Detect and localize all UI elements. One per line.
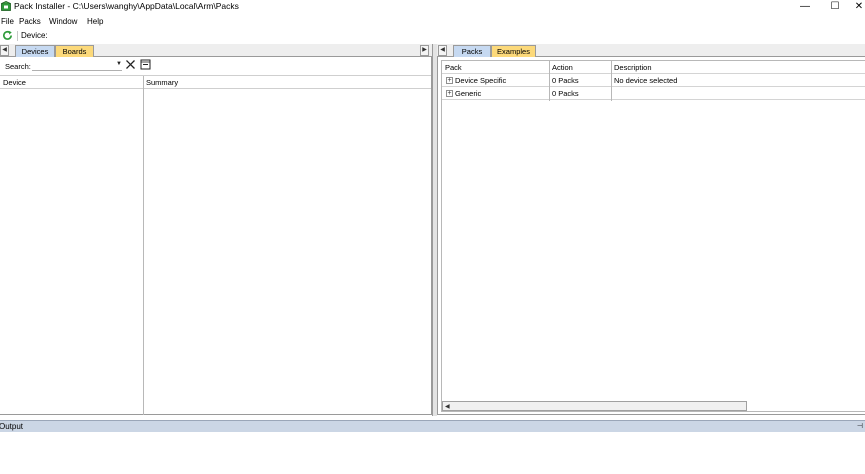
column-description[interactable]: Description bbox=[614, 63, 652, 72]
device-table-header: Device Summary bbox=[0, 75, 431, 89]
column-summary[interactable]: Summary bbox=[146, 78, 178, 87]
menu-help[interactable]: Help bbox=[87, 17, 103, 26]
packs-table-header: Pack Action Description bbox=[442, 61, 865, 74]
table-row[interactable]: + Generic 0 Packs bbox=[442, 87, 865, 100]
pack-action[interactable]: 0 Packs bbox=[552, 76, 579, 85]
scrollbar-thumb[interactable] bbox=[454, 403, 744, 409]
menu-window[interactable]: Window bbox=[49, 17, 77, 26]
toolbar-separator bbox=[17, 31, 18, 41]
tab-examples[interactable]: Examples bbox=[491, 45, 536, 57]
toolbar: Device: bbox=[0, 29, 865, 43]
close-button[interactable]: ✕ bbox=[845, 0, 865, 13]
refresh-icon[interactable] bbox=[2, 30, 13, 41]
minimize-button[interactable]: — bbox=[791, 0, 819, 13]
menu-file[interactable]: File bbox=[1, 17, 14, 26]
column-divider[interactable] bbox=[611, 61, 612, 101]
column-divider[interactable] bbox=[143, 76, 144, 89]
window-title: Pack Installer - C:\Users\wanghy\AppData… bbox=[14, 1, 239, 11]
column-pack[interactable]: Pack bbox=[445, 63, 462, 72]
output-label: Output bbox=[0, 422, 24, 431]
packs-panel: Pack Action Description + Device Specifi… bbox=[437, 57, 865, 415]
tab-boards[interactable]: Boards bbox=[55, 45, 94, 57]
pin-icon[interactable]: ⊣ bbox=[857, 422, 863, 430]
pack-action[interactable]: 0 Packs bbox=[552, 89, 579, 98]
pack-installer-icon bbox=[1, 1, 11, 11]
packs-scroll-arrow[interactable]: ◀ bbox=[438, 45, 447, 56]
device-label: Device: bbox=[21, 31, 48, 40]
pack-description: No device selected bbox=[614, 76, 678, 85]
search-input[interactable] bbox=[32, 60, 122, 71]
output-bar[interactable]: Output ⊣ bbox=[0, 420, 865, 432]
menu-bar: File Packs Window Help bbox=[0, 15, 865, 28]
search-label: Search: bbox=[5, 62, 31, 71]
right-tab-bar: ◀ Packs Examples bbox=[437, 44, 865, 57]
menu-packs[interactable]: Packs bbox=[19, 17, 41, 26]
scroll-left-arrow[interactable]: ◀ bbox=[445, 403, 450, 410]
chevron-down-icon[interactable]: ▼ bbox=[116, 61, 122, 67]
collapse-all-icon[interactable] bbox=[140, 59, 151, 70]
right-scroll-arrow[interactable]: ▶ bbox=[420, 45, 429, 56]
column-action[interactable]: Action bbox=[552, 63, 573, 72]
expand-icon[interactable]: + bbox=[446, 90, 453, 97]
pack-name: Device Specific bbox=[455, 76, 507, 85]
column-device[interactable]: Device bbox=[3, 78, 26, 87]
left-scroll-arrow[interactable]: ◀ bbox=[0, 45, 9, 56]
tab-devices[interactable]: Devices bbox=[15, 45, 55, 57]
pack-name: Generic bbox=[455, 89, 482, 98]
close-icon[interactable] bbox=[125, 59, 136, 70]
devices-panel: Search: ▼ Device Summary bbox=[0, 57, 432, 415]
column-divider-line bbox=[143, 89, 144, 415]
table-row[interactable]: + Device Specific 0 Packs No device sele… bbox=[442, 74, 865, 87]
packs-table: Pack Action Description + Device Specifi… bbox=[441, 60, 865, 412]
title-bar: Pack Installer - C:\Users\wanghy\AppData… bbox=[0, 0, 865, 14]
column-divider[interactable] bbox=[549, 61, 550, 101]
tab-packs[interactable]: Packs bbox=[453, 45, 491, 57]
horizontal-scrollbar[interactable]: ◀ bbox=[442, 401, 747, 411]
expand-icon[interactable]: + bbox=[446, 77, 453, 84]
left-tab-bar: ◀ Devices Boards ▶ bbox=[0, 44, 432, 57]
